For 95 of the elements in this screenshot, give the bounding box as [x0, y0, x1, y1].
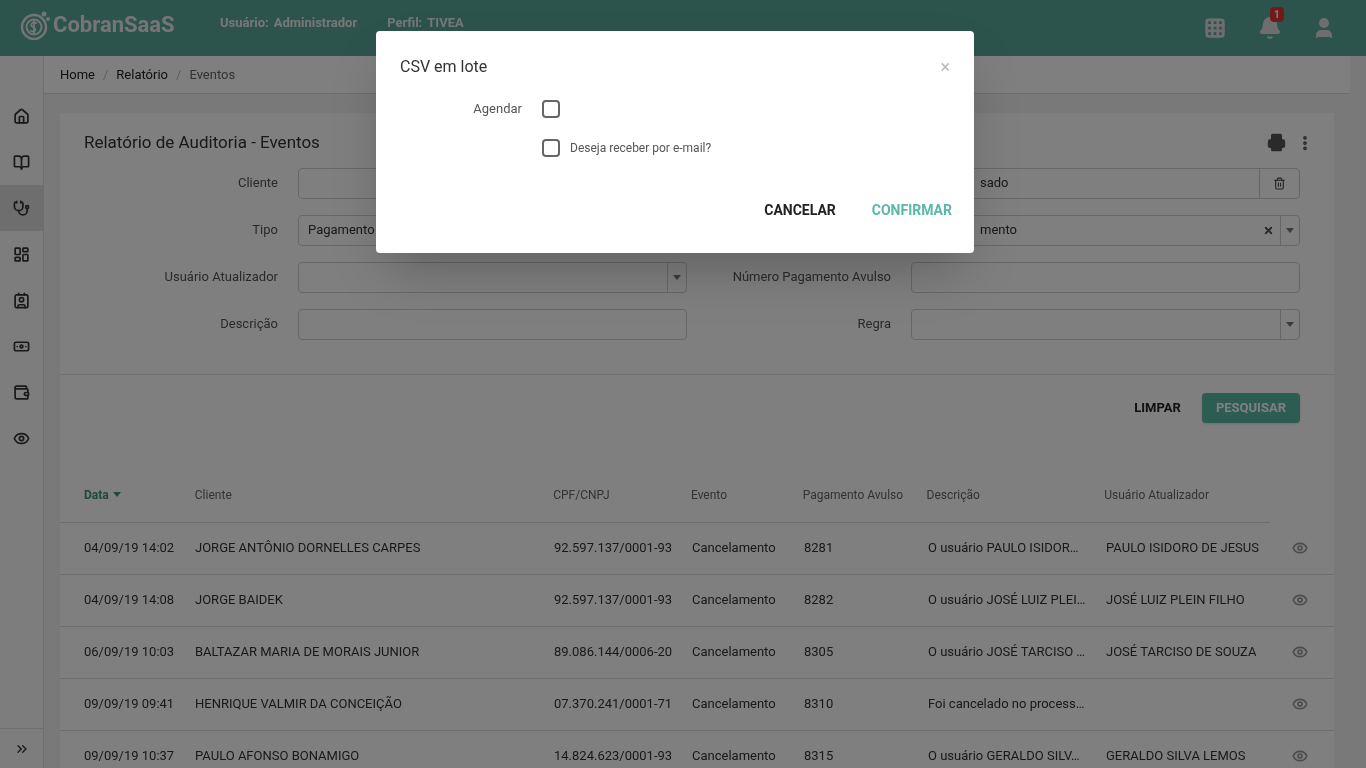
user-name: Administrador [273, 15, 358, 31]
column-header[interactable]: Data [84, 485, 195, 504]
contact-card-icon [13, 291, 30, 309]
field-label: Número Pagamento Avulso [731, 268, 891, 287]
profile-label: Perfil: [387, 15, 423, 31]
field-label: Descrição [219, 315, 278, 334]
table-cell: JOSÉ TARCISO DE SOUZA [1106, 644, 1257, 660]
table-cell: 09/09/19 09:41 [84, 696, 175, 712]
trash-icon[interactable] [1273, 176, 1286, 190]
field-label: Regra [856, 315, 891, 334]
checkbox[interactable] [542, 99, 560, 118]
table-cell: O usuário JOSÉ TARCISO … [928, 644, 1085, 660]
view-icon[interactable] [1292, 592, 1308, 608]
field-value: Pagamento [308, 222, 375, 238]
table-cell: JOSÉ LUIZ PLEIN FILHO [1106, 592, 1245, 608]
print-icon[interactable] [1267, 133, 1286, 153]
select-field[interactable] [298, 261, 687, 293]
card-title: Relatório de Auditoria - Eventos [84, 131, 320, 154]
select-field[interactable] [911, 308, 1300, 340]
column-header[interactable]: Evento [690, 485, 803, 504]
field-value: mento [980, 222, 1017, 238]
table-cell: 8315 [804, 748, 834, 764]
modal-title: CSV em lote [400, 56, 489, 78]
table-cell: PAULO AFONSO BONAMIGO [195, 748, 360, 764]
table-cell: 14.824.623/0001-93 [554, 748, 673, 764]
input-field[interactable] [911, 261, 1300, 293]
column-header[interactable]: Usuário Atualizador [1104, 485, 1270, 504]
column-header[interactable]: Descrição [926, 485, 1105, 504]
breadcrumb-link[interactable]: Relatório [116, 64, 169, 85]
table-cell: 89.086.144/0006-20 [554, 644, 673, 660]
profile-name: TIVEA [427, 15, 464, 31]
column-header[interactable]: Cliente [194, 485, 554, 504]
caret-icon [1286, 227, 1294, 233]
view-icon[interactable] [1292, 748, 1308, 764]
caret-icon [112, 492, 121, 497]
table-cell: 8310 [804, 696, 834, 712]
table-cell: JORGE ANTÔNIO DORNELLES CARPES [195, 540, 421, 556]
sidebar-item[interactable] [0, 185, 43, 231]
logo-text: CobranSaaS [53, 17, 175, 33]
table-cell: Cancelamento [692, 592, 776, 608]
table-cell: 92.597.137/0001-93 [554, 540, 673, 556]
table-cell: Cancelamento [692, 540, 776, 556]
caret-icon [1286, 321, 1294, 327]
close-button[interactable]: × [940, 58, 950, 76]
notification-badge: 1 [1270, 7, 1284, 22]
clear-icon[interactable] [1263, 224, 1274, 236]
caret-icon [673, 274, 681, 280]
table-cell: HENRIQUE VALMIR DA CONCEIÇÃO [195, 696, 402, 712]
wallet-icon [13, 383, 30, 401]
table-cell: GERALDO SILVA LEMOS [1106, 748, 1246, 764]
breadcrumb-separator: / [103, 65, 109, 84]
table-cell: 07.370.241/0001-71 [554, 696, 673, 712]
search-button[interactable]: PESQUISAR [1201, 392, 1300, 423]
column-header[interactable]: CPF/CNPJ [553, 485, 691, 504]
table-cell: O usuário GERALDO SILV… [928, 748, 1080, 764]
field-label: Tipo [251, 221, 278, 240]
column-header[interactable]: Pagamento Avulso [802, 485, 927, 504]
table-cell: JORGE BAIDEK [195, 592, 283, 608]
logo-icon [20, 10, 52, 40]
table-cell: Cancelamento [692, 748, 776, 764]
clear-button[interactable]: LIMPAR [1130, 392, 1185, 423]
table-cell: 8281 [804, 540, 834, 556]
field-label: Cliente [237, 174, 278, 193]
breadcrumb-separator: / [176, 65, 182, 84]
table-cell: 04/09/19 14:02 [84, 540, 175, 556]
table-cell: BALTAZAR MARIA DE MORAIS JUNIOR [195, 644, 420, 660]
input-field[interactable] [298, 308, 687, 340]
checkbox[interactable] [542, 138, 560, 157]
field-label: Usuário Atualizador [163, 268, 278, 287]
book-icon [13, 153, 30, 171]
table-cell: O usuário JOSÉ LUIZ PLEI… [928, 592, 1086, 608]
view-icon[interactable] [1292, 644, 1308, 660]
table-cell: Foi cancelado no process… [928, 696, 1085, 712]
table-cell: Cancelamento [692, 696, 776, 712]
notifications-icon[interactable] [1258, 16, 1282, 40]
table-cell: 04/09/19 14:08 [84, 592, 175, 608]
stethoscope-icon [13, 199, 30, 217]
view-icon[interactable] [1292, 696, 1308, 712]
field-value: sado [980, 175, 1009, 191]
table-cell: PAULO ISIDORO DE JESUS [1106, 540, 1259, 556]
user-label: Usuário: [220, 15, 269, 31]
table-cell: 8305 [804, 644, 834, 660]
checkbox-label: Deseja receber por e-mail? [570, 139, 712, 157]
table-cell: 09/09/19 10:37 [84, 748, 175, 764]
table-cell: O usuário PAULO ISIDOR… [928, 540, 1079, 556]
table-cell: 92.597.137/0001-93 [554, 592, 673, 608]
table-cell: 06/09/19 10:03 [84, 644, 175, 660]
cancel-button[interactable]: CANCELAR [756, 192, 844, 229]
table-cell: Cancelamento [692, 644, 776, 660]
view-icon[interactable] [1292, 540, 1308, 556]
home-icon [13, 107, 30, 125]
checkbox-label: Agendar [472, 100, 522, 118]
table-cell: 8282 [804, 592, 834, 608]
dashboard-icon [13, 245, 30, 263]
breadcrumb-link[interactable]: Home [60, 64, 95, 85]
